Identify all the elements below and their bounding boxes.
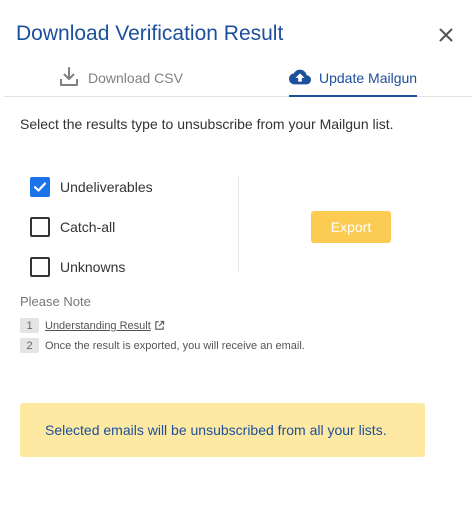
checkbox-unknowns-label: Unknowns bbox=[60, 259, 126, 275]
note-item-number: 2 bbox=[20, 338, 39, 353]
cloud-upload-icon bbox=[289, 69, 311, 85]
checkbox-undeliverables[interactable]: Undeliverables bbox=[30, 177, 153, 197]
checkbox-unknowns-box[interactable] bbox=[30, 257, 50, 277]
understanding-result-link[interactable]: Understanding Result bbox=[45, 320, 151, 332]
close-icon bbox=[439, 28, 453, 42]
download-icon bbox=[60, 67, 78, 86]
note-item-number: 1 bbox=[20, 318, 39, 333]
dialog-title: Download Verification Result bbox=[16, 22, 284, 45]
close-button[interactable] bbox=[435, 24, 457, 46]
note-item-1: 1 Understanding Result bbox=[20, 318, 165, 333]
download-verification-dialog: Download Verification Result Download CS… bbox=[0, 0, 476, 526]
tab-download-csv-label: Download CSV bbox=[88, 70, 183, 86]
note-title: Please Note bbox=[20, 294, 91, 309]
instruction-text: Select the results type to unsubscribe f… bbox=[20, 116, 394, 132]
checkmark-icon bbox=[33, 182, 47, 192]
tab-update-mailgun-label: Update Mailgun bbox=[319, 70, 418, 86]
checkbox-undeliverables-label: Undeliverables bbox=[60, 179, 153, 195]
tab-update-mailgun[interactable]: Update Mailgun bbox=[289, 66, 418, 97]
vertical-divider bbox=[238, 176, 239, 272]
tab-bar: Download CSV Update Mailgun bbox=[4, 62, 472, 97]
checkbox-catch-all[interactable]: Catch-all bbox=[30, 217, 115, 237]
checkbox-undeliverables-box[interactable] bbox=[30, 177, 50, 197]
note-item-2: 2 Once the result is exported, you will … bbox=[20, 338, 305, 353]
tab-download-csv[interactable]: Download CSV bbox=[58, 66, 183, 97]
checkbox-catch-all-box[interactable] bbox=[30, 217, 50, 237]
note-item-text: Once the result is exported, you will re… bbox=[45, 339, 305, 352]
external-link-icon[interactable] bbox=[154, 320, 165, 331]
checkbox-catch-all-label: Catch-all bbox=[60, 219, 116, 235]
alert-text: Selected emails will be unsubscribed fro… bbox=[45, 422, 387, 438]
checkbox-unknowns[interactable]: Unknowns bbox=[30, 257, 125, 277]
warning-alert: Selected emails will be unsubscribed fro… bbox=[20, 403, 425, 457]
export-button[interactable]: Export bbox=[311, 211, 391, 243]
